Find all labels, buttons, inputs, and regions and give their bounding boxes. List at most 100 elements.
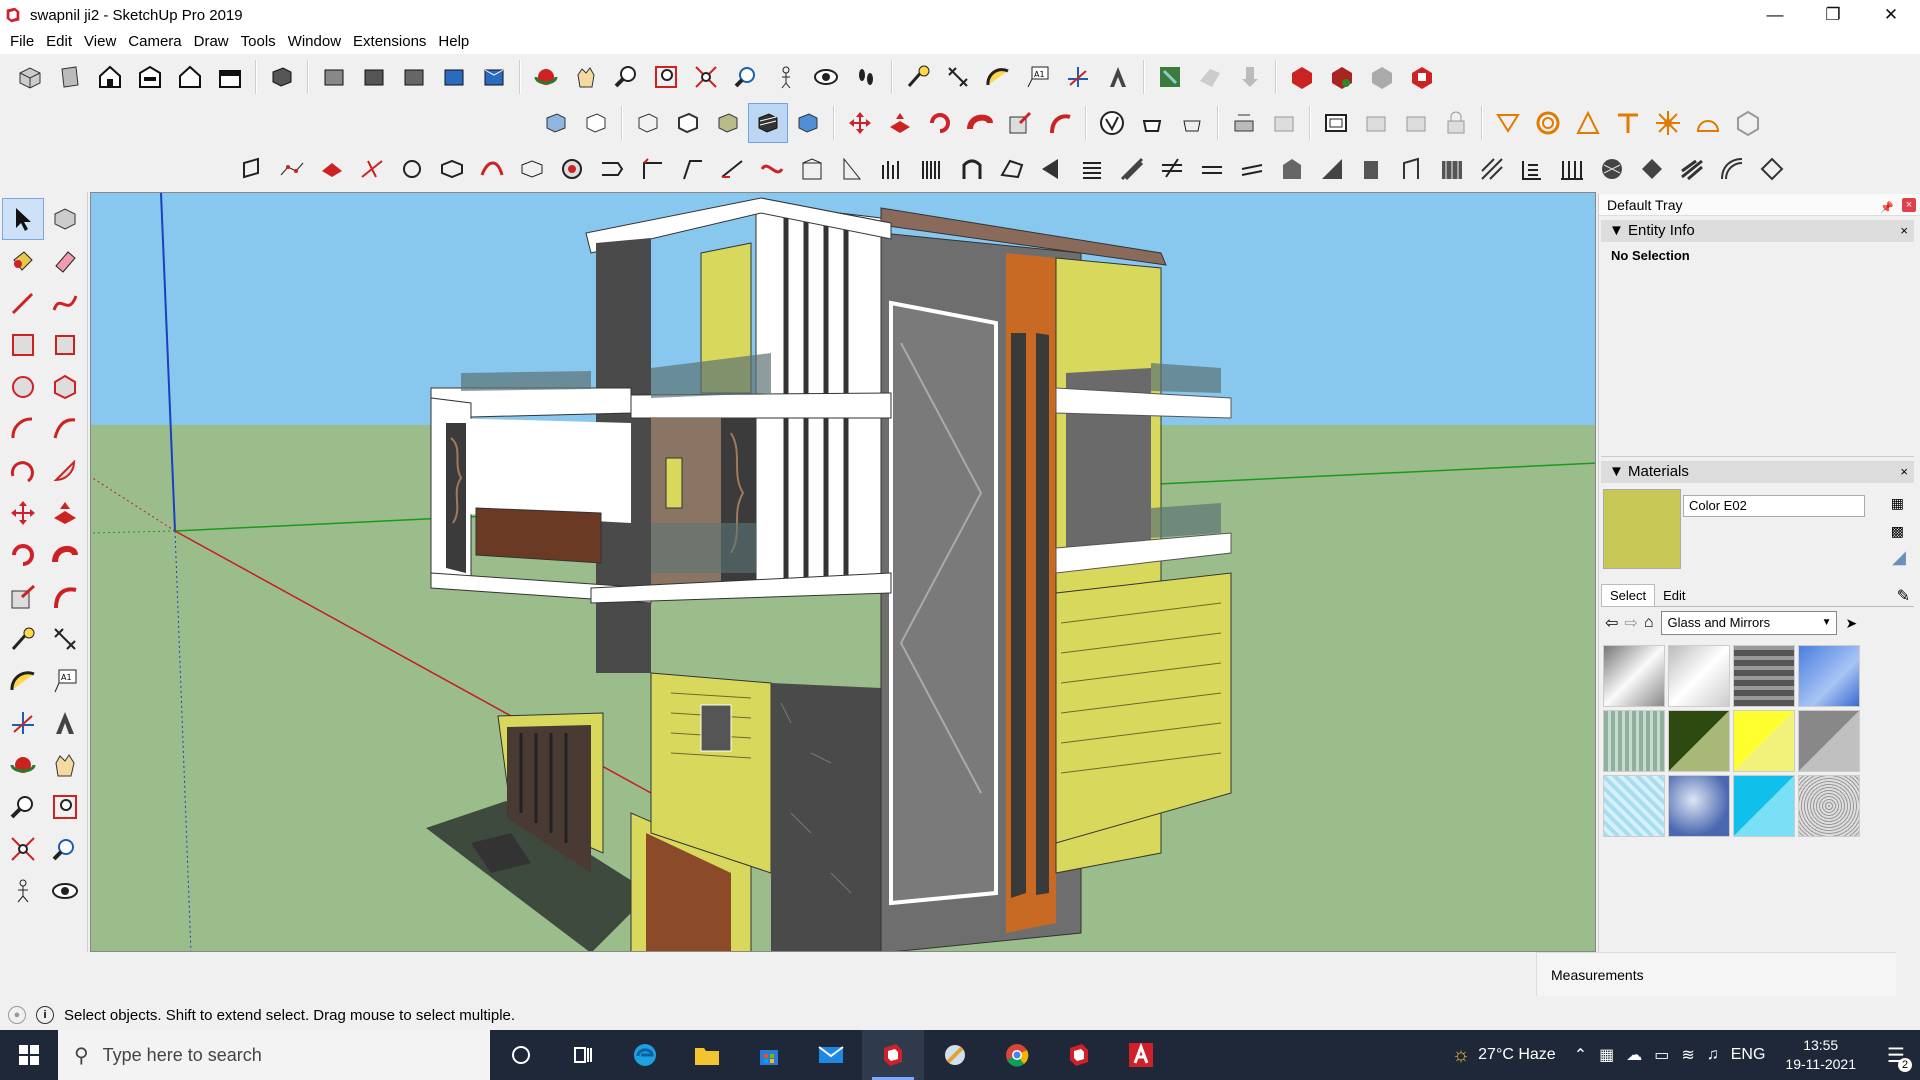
back-edges-icon[interactable] — [354, 57, 394, 97]
zoom-icon[interactable] — [606, 57, 646, 97]
ext-tool-24-icon[interactable] — [1152, 149, 1192, 189]
look-around-tool-icon[interactable] — [44, 870, 86, 912]
zoom-tool-icon[interactable] — [2, 786, 44, 828]
chrome-icon[interactable] — [986, 1030, 1048, 1080]
move-icon[interactable] — [840, 103, 880, 143]
ext-tool-10-icon[interactable] — [592, 149, 632, 189]
tray-close-button[interactable]: × — [1902, 198, 1916, 212]
language-indicator[interactable]: ENG — [1731, 1046, 1766, 1064]
tab-select[interactable]: Select — [1601, 584, 1656, 606]
scale-icon[interactable] — [1000, 103, 1040, 143]
ext-tool-36-icon[interactable] — [1632, 149, 1672, 189]
ext-tool-34-icon[interactable] — [1552, 149, 1592, 189]
back-edges-style-icon[interactable] — [576, 103, 616, 143]
ext-tool-14-icon[interactable] — [752, 149, 792, 189]
weather-text[interactable]: 27°C Haze — [1478, 1046, 1556, 1064]
protractor-tool-icon[interactable] — [2, 660, 44, 702]
zoom-window-tool-icon[interactable] — [44, 786, 86, 828]
ext-tool-31-icon[interactable] — [1432, 149, 1472, 189]
pan-icon[interactable] — [566, 57, 606, 97]
ext-tool-37-icon[interactable] — [1672, 149, 1712, 189]
swatch-glass-light-gradient[interactable] — [1668, 645, 1730, 707]
three-point-arc-icon[interactable] — [2, 450, 44, 492]
right-view-icon[interactable] — [130, 57, 170, 97]
minimize-button[interactable]: — — [1746, 0, 1804, 30]
forward-arrow-icon[interactable]: ⇨ — [1624, 613, 1637, 633]
menu-edit[interactable]: Edit — [40, 30, 78, 54]
chevron-up-icon[interactable]: ⌃ — [1574, 1045, 1587, 1065]
section-plane-icon[interactable] — [1224, 103, 1264, 143]
push-pull-icon[interactable] — [880, 103, 920, 143]
swatch-glass-yellow[interactable] — [1733, 710, 1795, 772]
components-icon[interactable] — [262, 57, 302, 97]
push-pull-tool-icon[interactable] — [44, 492, 86, 534]
shaded-icon[interactable] — [474, 57, 514, 97]
pin-icon[interactable]: 📌 — [1880, 197, 1894, 219]
ext-tool-39-icon[interactable] — [1752, 149, 1792, 189]
ext-tool-6-icon[interactable] — [432, 149, 472, 189]
weather-icon[interactable]: ☼ — [1452, 1044, 1470, 1067]
ext-tool-13-icon[interactable] — [712, 149, 752, 189]
toggle-terrain-icon[interactable] — [1190, 57, 1230, 97]
ext-tool-8-icon[interactable] — [512, 149, 552, 189]
tape-measure-tool-icon[interactable] — [2, 618, 44, 660]
microsoft-store-icon[interactable] — [738, 1030, 800, 1080]
task-view-icon[interactable] — [490, 1030, 552, 1080]
pan-tool-icon[interactable] — [44, 744, 86, 786]
follow-me-tool-icon[interactable] — [44, 534, 86, 576]
offset-icon[interactable] — [1040, 103, 1080, 143]
volume-icon[interactable]: ♫ — [1707, 1046, 1719, 1064]
zoom-extents-tool-icon[interactable] — [2, 828, 44, 870]
battery-icon[interactable]: ▭ — [1654, 1045, 1669, 1065]
hidden-line-icon[interactable] — [434, 57, 474, 97]
close-button[interactable]: ✕ — [1862, 0, 1920, 30]
text-icon[interactable]: A1 — [1018, 57, 1058, 97]
ext-tool-23-icon[interactable] — [1112, 149, 1152, 189]
swatch-glass-dark-green[interactable] — [1668, 710, 1730, 772]
tool-c-icon[interactable] — [1396, 103, 1436, 143]
walk-icon[interactable] — [846, 57, 886, 97]
extension-warehouse-icon[interactable] — [1402, 57, 1442, 97]
section-fill-icon[interactable] — [1264, 103, 1304, 143]
entity-info-close-icon[interactable]: × — [1900, 220, 1908, 242]
ext-tool-33-icon[interactable] — [1512, 149, 1552, 189]
ext-tool-19-icon[interactable] — [952, 149, 992, 189]
rotate-icon[interactable] — [920, 103, 960, 143]
sketchup-layout-icon[interactable] — [1048, 1030, 1110, 1080]
ext-tool-9-icon[interactable] — [552, 149, 592, 189]
menu-file[interactable]: File — [4, 30, 40, 54]
hidden-line-style-icon[interactable] — [668, 103, 708, 143]
wireframe-icon[interactable] — [394, 57, 434, 97]
3d-text-tool-icon[interactable] — [44, 702, 86, 744]
measurements-box[interactable]: Measurements — [1536, 952, 1896, 996]
xray-style-icon[interactable] — [536, 103, 576, 143]
ext-tool-15-icon[interactable] — [792, 149, 832, 189]
entity-info-header[interactable]: ▼ Entity Info × — [1601, 220, 1914, 242]
line-icon[interactable] — [2, 282, 44, 324]
tab-edit[interactable]: Edit — [1655, 585, 1693, 606]
edge-browser-icon[interactable] — [614, 1030, 676, 1080]
app-wheel-icon[interactable] — [924, 1030, 986, 1080]
ext-tool-26-icon[interactable] — [1232, 149, 1272, 189]
shape-tool-2-icon[interactable] — [1528, 103, 1568, 143]
walk-tool-icon[interactable] — [2, 870, 44, 912]
ext-tool-28-icon[interactable] — [1312, 149, 1352, 189]
current-material-swatch[interactable] — [1603, 489, 1681, 569]
make-component-icon[interactable] — [44, 198, 86, 240]
ext-tool-32-icon[interactable] — [1472, 149, 1512, 189]
photo-textures-icon[interactable] — [1230, 57, 1270, 97]
shaded-textures-style-icon[interactable] — [748, 103, 788, 143]
orbit-icon[interactable] — [526, 57, 566, 97]
swatch-glass-blue[interactable] — [1798, 645, 1860, 707]
menu-camera[interactable]: Camera — [122, 30, 187, 54]
axes-icon[interactable] — [1058, 57, 1098, 97]
paint-bucket-icon[interactable] — [2, 240, 44, 282]
shaded-style-icon[interactable] — [708, 103, 748, 143]
ext-tool-3-icon[interactable] — [312, 149, 352, 189]
material-cube-icon[interactable]: ▩ — [1891, 523, 1904, 540]
ext-tool-2-icon[interactable] — [272, 149, 312, 189]
ext-tool-11-icon[interactable] — [632, 149, 672, 189]
window-frame-icon[interactable] — [1316, 103, 1356, 143]
ext-tool-18-icon[interactable] — [912, 149, 952, 189]
swatch-glass-cyan-pattern[interactable] — [1603, 775, 1665, 837]
